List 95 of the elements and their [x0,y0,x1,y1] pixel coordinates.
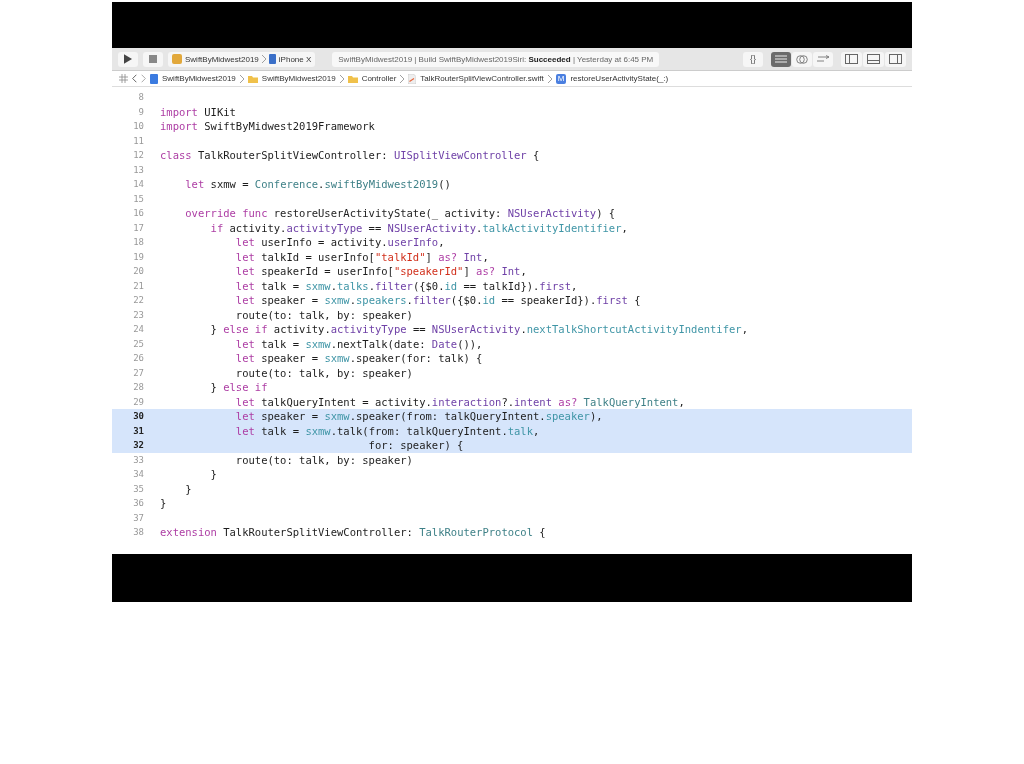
code-line: let talkId = userInfo["talkId"] as? Int, [234,249,489,264]
navigator-panel-toggle[interactable] [841,51,862,67]
line-number: 17 [132,221,144,235]
line-number: 25 [132,337,144,351]
code-line: route(to: talk, by: speaker) [234,452,413,467]
code-line: let sxmw = Conference.swiftByMidwest2019() [184,177,451,192]
rings-icon [796,54,808,64]
stop-button[interactable] [143,51,163,67]
chevron-icon [339,74,344,83]
play-icon [124,54,132,64]
standard-editor-button[interactable] [771,51,791,67]
code-line: class TalkRouterSplitViewController: UISplitViewController { [160,148,540,163]
breadcrumb-item[interactable]: SwiftByMidwest2019 [162,74,236,83]
line-number: 22 [132,294,144,307]
code-line: } [209,467,217,482]
line-number: 18 [132,236,144,249]
line-number: 23 [132,308,144,322]
code-line: let speaker = sxmw.speakers.filter({$0.id == speakerId}).first { [234,293,641,308]
bottom-panel-icon [867,54,880,64]
assistant-editor-button[interactable] [792,51,812,67]
chevron-icon [547,74,552,83]
line-number: 37 [132,511,144,525]
phone-icon [268,54,276,64]
breadcrumb-item[interactable]: Controller [361,74,397,83]
line-number: 13 [132,163,144,177]
code-line: } [160,496,167,511]
line-number: 12 [132,149,144,162]
breadcrumb-item[interactable]: TalkRouterSplitViewController.swift [420,74,544,83]
run-button[interactable] [118,51,138,67]
code-line: let talk = sxmw.talk(from: talkQueryIntent.talk, [234,423,540,438]
code-line: let speaker = sxmw.speaker(for: talk) { [234,351,483,366]
line-number: 34 [132,468,144,481]
chevron-icon [239,74,244,83]
swift-file-icon [408,73,417,84]
braces-button[interactable]: {} [743,51,763,67]
arrows-icon [817,55,829,63]
line-number: 8 [137,91,144,104]
line-number: 24 [132,323,144,336]
line-number: 38 [132,526,144,539]
code-line: extension TalkRouterSplitViewController: TalkRouterProtocol { [160,525,546,540]
chevron-icon [400,74,405,83]
line-number: 36 [132,497,144,510]
line-number: 9 [137,105,144,119]
code-line: route(to: talk, by: speaker) [234,365,413,380]
code-line: override func restoreUserActivityState(_ activity: NSUserActivity) { [184,206,616,221]
code-line: let userInfo = activity.userInfo, [234,235,445,250]
line-number: 29 [132,395,144,409]
line-number: 16 [132,207,144,220]
line-number: 30 [132,410,144,423]
line-number: 15 [132,192,144,206]
line-number: 31 [132,424,144,438]
line-number: 26 [132,352,144,365]
left-panel-icon [845,54,858,64]
code-line: route(to: talk, by: speaker) [234,307,413,322]
code-line: import SwiftByMidwest2019Framework [160,119,375,134]
line-number: 27 [132,366,144,380]
breadcrumb-item[interactable]: restoreUserActivityState(_:) [570,74,669,83]
line-number: 10 [132,120,144,133]
code-line: let talk = sxmw.nextTalk(date: Date()), [234,336,483,351]
scheme-selector[interactable]: SwiftByMidwest2019 iPhone X [168,51,316,67]
code-line: let talkQueryIntent = activity.interaction?.intent as? TalkQueryIntent, [234,394,685,409]
debug-panel-toggle[interactable] [863,51,884,67]
code-line: } [184,481,192,496]
back-icon[interactable] [132,74,137,83]
right-panel-icon [889,54,902,64]
inspector-panel-toggle[interactable] [885,51,906,67]
code-line: let speaker = sxmw.speaker(from: talkQueryIntent.speaker), [234,409,603,424]
line-number: 35 [132,482,144,496]
app-icon [172,54,182,64]
project-icon [150,73,158,84]
line-number: 32 [132,439,144,452]
folder-icon [247,74,258,83]
code-line: } else if [209,380,268,395]
line-number: 20 [132,265,144,278]
folder-icon [347,74,358,83]
code-line: import UIKit [160,104,236,119]
line-number: 14 [132,178,144,191]
line-number: 11 [132,134,144,148]
code-line: let talk = sxmw.talks.filter({$0.id == talkId}).first, [234,278,578,293]
breadcrumb-item[interactable]: SwiftByMidwest2019 [261,74,336,83]
chevron-icon [261,55,266,63]
line-number: 19 [132,250,144,264]
code-line: let speakerId = userInfo["speakerId"] as? Int, [234,264,527,279]
lines-icon [775,55,787,63]
line-number: 33 [132,453,144,467]
line-number: 28 [132,381,144,394]
code-line: } else if activity.activityType == NSUserActivity.nextTalkShortcutActivityIndentifer, [209,322,748,337]
method-badge: M [555,73,567,84]
device-name: iPhone X [278,54,312,64]
stop-icon [149,55,157,63]
scheme-name: SwiftByMidwest2019 [185,54,259,64]
activity-status: SwiftByMidwest2019 | Build SwiftByMidwest2019Siri: Succeeded | Yesterday at 6:45 PM [332,51,660,67]
code-line: if activity.activityType == NSUserActivity.talkActivityIdentifier, [209,220,628,235]
line-number: 21 [132,279,144,293]
code-line: for: speaker) { [367,438,464,453]
